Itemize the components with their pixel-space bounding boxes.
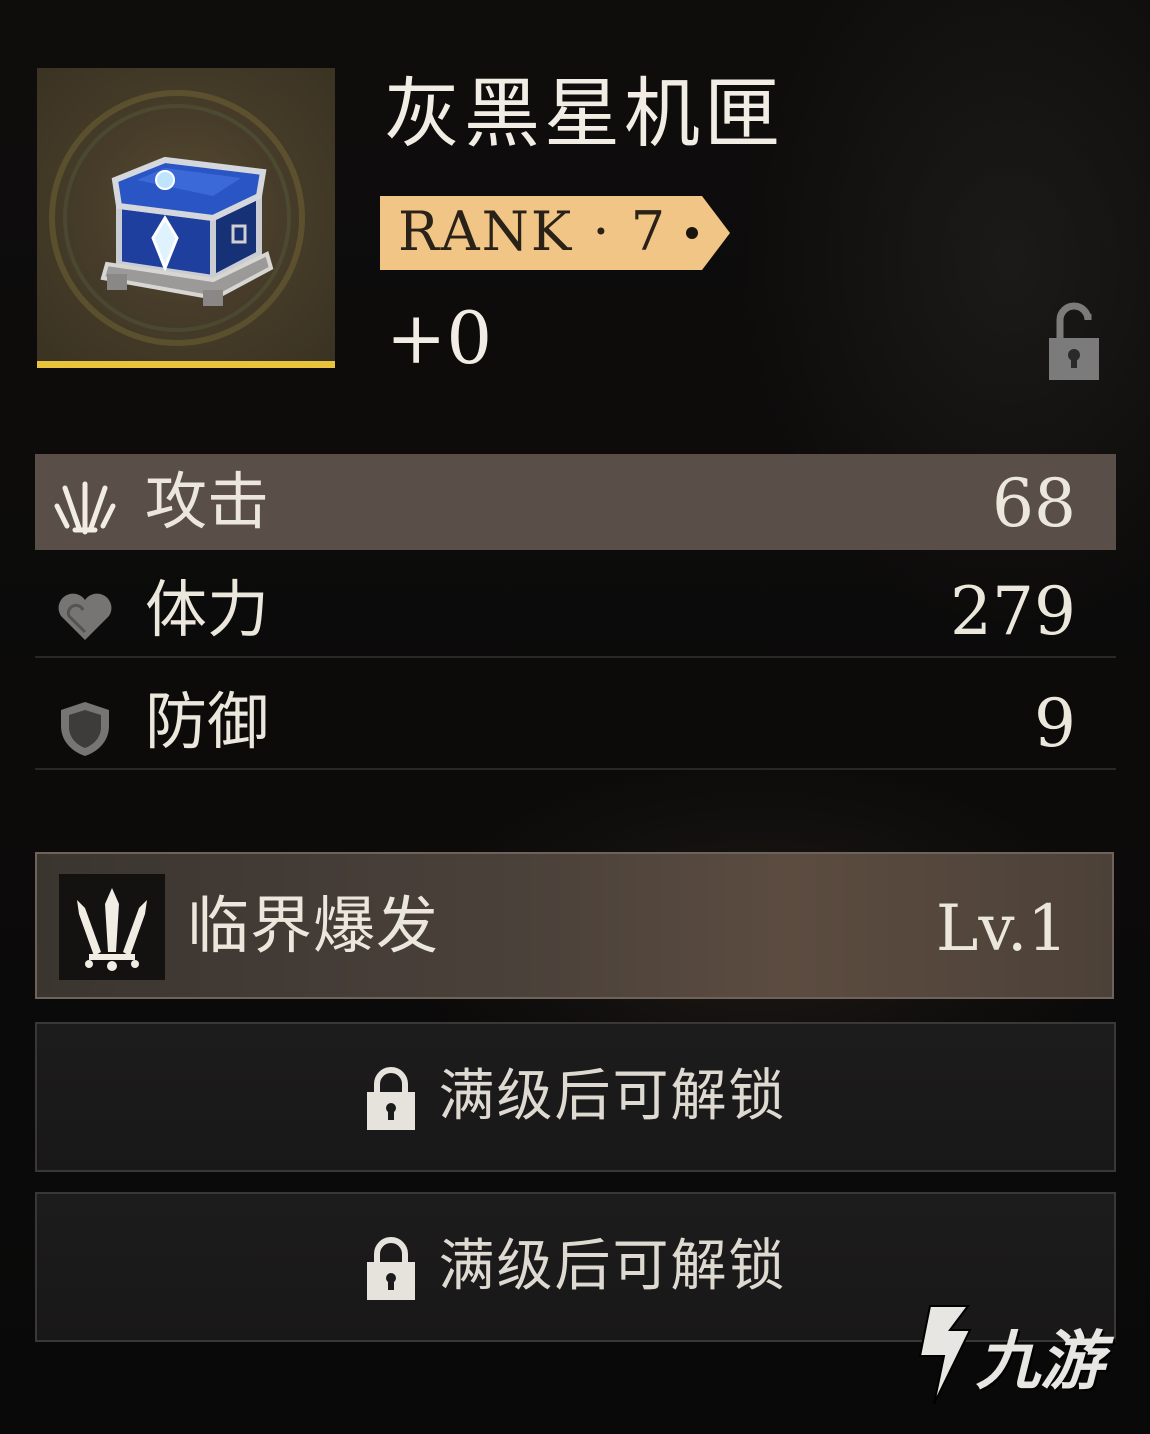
stat-row-stamina[interactable]: 体力 279	[35, 562, 1116, 658]
skill-icon-frame	[59, 874, 165, 980]
skill-level: Lv.1	[935, 892, 1068, 966]
enhance-level: +0	[386, 296, 493, 380]
blue-treasure-chest-icon	[49, 90, 305, 346]
locked-slot-text: 满级后可解锁	[438, 1064, 787, 1129]
rarity-bar	[37, 361, 335, 368]
row-divider	[35, 656, 1116, 658]
stat-label: 防御	[145, 685, 270, 758]
stat-value: 68	[992, 465, 1076, 542]
watermark: 九游	[890, 1300, 1130, 1410]
heart-icon	[58, 593, 112, 640]
lock-icon	[366, 1237, 415, 1300]
skill-name: 临界爆发	[187, 889, 440, 962]
jiuyou-logo-icon	[918, 1305, 972, 1405]
row-divider	[35, 768, 1116, 770]
watermark-text: 九游	[976, 1325, 1104, 1399]
item-icon	[37, 68, 335, 368]
rank-label: RANK · 7	[398, 200, 668, 263]
stat-row-defense[interactable]: 防御 9	[35, 674, 1116, 770]
swords-icon	[77, 888, 147, 971]
stat-row-attack[interactable]: 攻击 68	[35, 454, 1116, 550]
locked-slot-1[interactable]: 满级后可解锁	[35, 1022, 1116, 1172]
stat-label: 体力	[145, 573, 270, 646]
unlocked-padlock-icon	[1049, 302, 1099, 380]
swords-icon	[54, 481, 116, 535]
shield-icon	[61, 702, 109, 756]
stat-label: 攻击	[145, 465, 270, 538]
item-lock-toggle[interactable]	[1046, 300, 1102, 382]
item-name: 灰黑星机匣	[384, 69, 784, 158]
lock-icon	[366, 1067, 415, 1130]
locked-slot-text: 满级后可解锁	[438, 1234, 787, 1299]
stat-value: 9	[1034, 685, 1076, 762]
skill-slot[interactable]: 临界爆发 Lv.1	[35, 852, 1114, 999]
stat-value: 279	[950, 573, 1076, 650]
